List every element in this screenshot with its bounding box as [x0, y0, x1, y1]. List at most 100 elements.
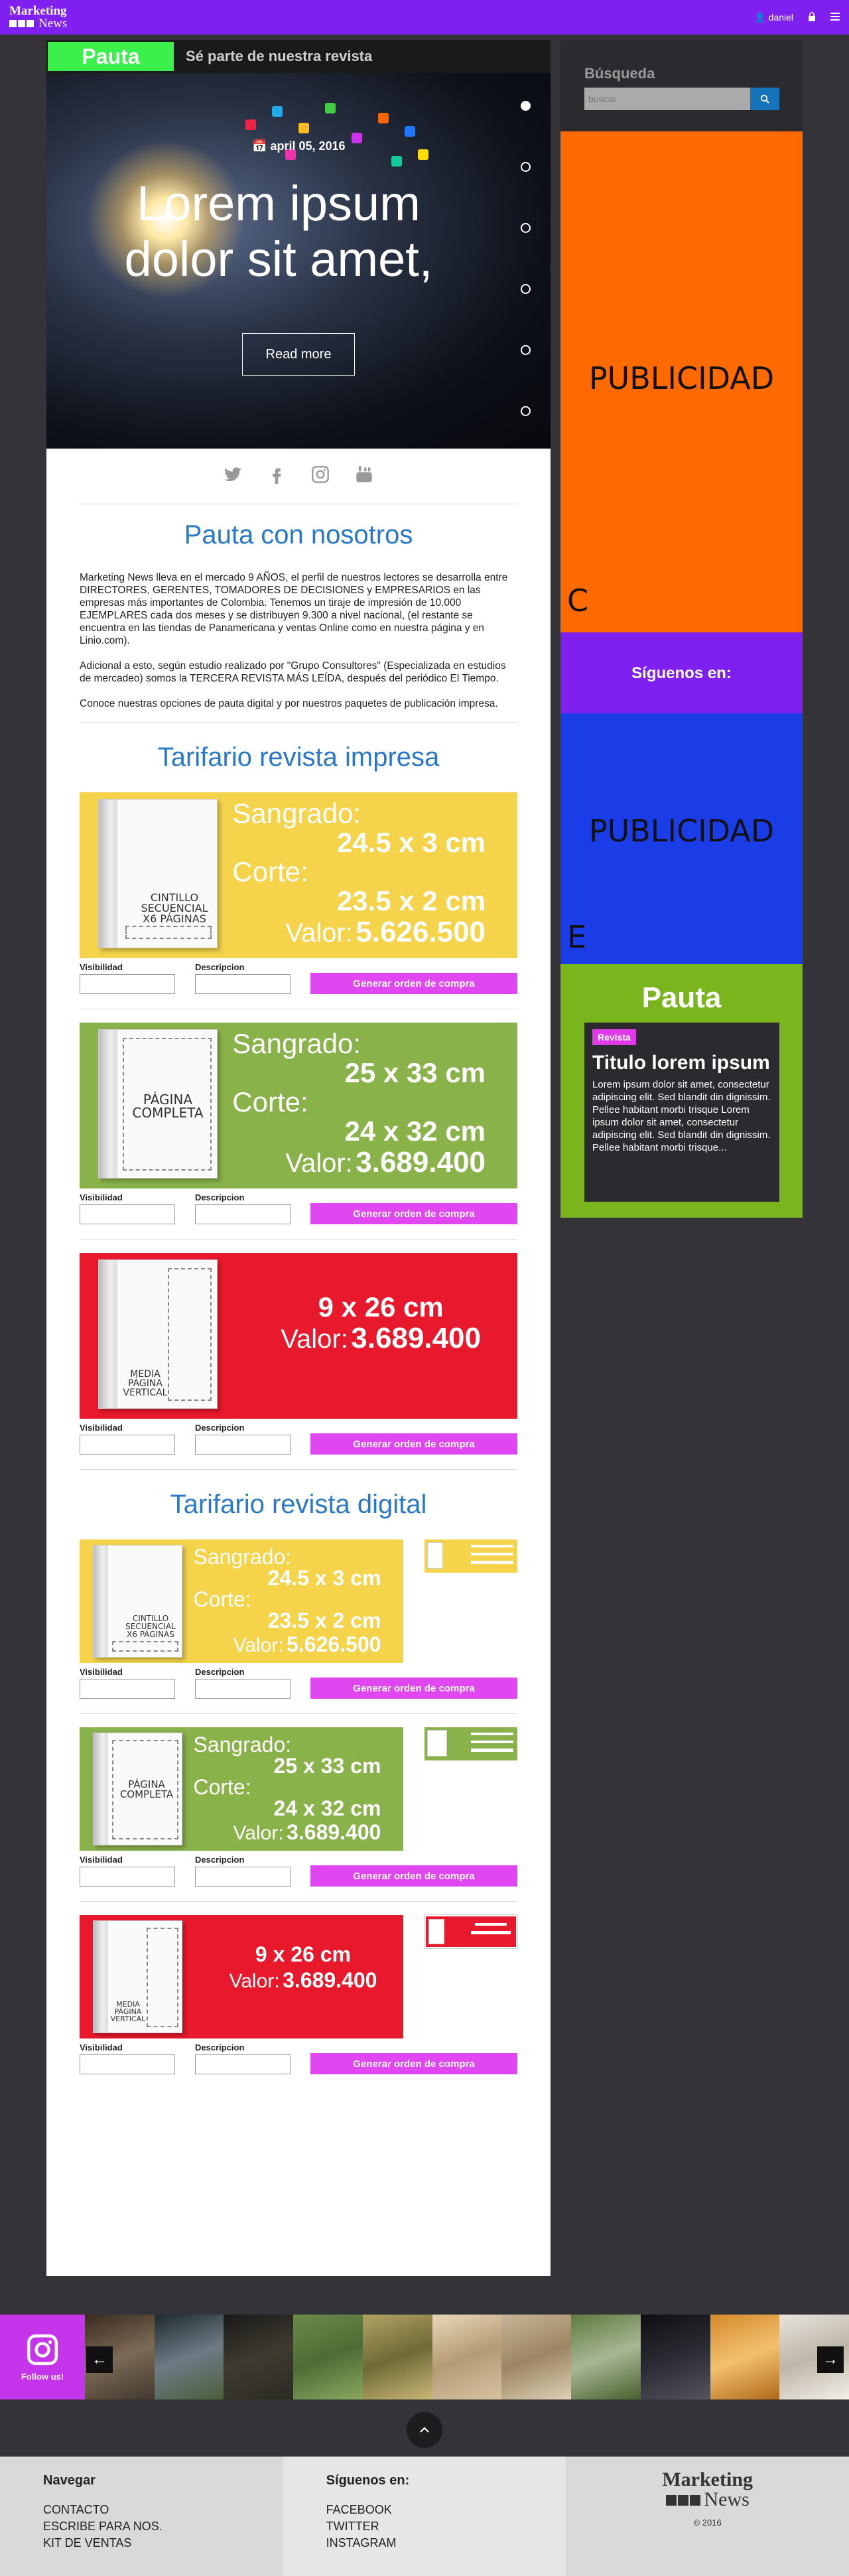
sidebar: Búsqueda PUBLICIDAD C Síguenos en: PUBLI… [560, 40, 803, 1218]
instagram-photo[interactable] [710, 2315, 780, 2399]
site-logo[interactable]: Marketing News [9, 5, 67, 30]
footer-link-escribe[interactable]: ESCRIBE PARA NOS. [43, 2518, 240, 2535]
generate-order-button[interactable]: Generar orden de compra [310, 2053, 517, 2074]
digital-banner-preview [424, 1539, 517, 1573]
slide-title: Lorem ipsum dolor sit amet, [124, 176, 433, 287]
pauta-subtitle: Sé parte de nuestra revista [186, 48, 373, 64]
visibilidad-input[interactable] [80, 974, 175, 994]
magazine-illustration: CINTILLO SECUENCIAL X6 PÁGINAS [98, 799, 218, 948]
copyright: © 2016 [693, 2518, 722, 2528]
descripcion-input[interactable] [195, 1435, 291, 1455]
digital-heading: Tarifario revista digital [170, 1490, 427, 1519]
main-content: Pauta Sé parte de nuestra revista 📅 apri… [46, 40, 551, 2276]
user-menu[interactable]: 👤 daniel [754, 12, 793, 23]
magazine-illustration: PÁGINA COMPLETA [93, 1733, 182, 1845]
instagram-photo[interactable] [640, 2315, 710, 2399]
article-text: Lorem ipsum dolor sit amet, consectetur … [592, 1079, 771, 1153]
instagram-photo[interactable] [293, 2315, 363, 2399]
instagram-photo[interactable] [501, 2315, 572, 2399]
slider-dot[interactable] [521, 345, 531, 355]
digital-banner-preview [424, 1914, 518, 1949]
pauta-tab[interactable]: Pauta [48, 42, 174, 71]
pricing-card-cintillo: CINTILLO SECUENCIAL X6 PÁGINAS Sangrado: 2… [80, 792, 517, 994]
search-input[interactable] [584, 88, 750, 110]
magazine-illustration: CINTILLO SECUENCIAL X6 PÁGINAS [93, 1545, 182, 1658]
ad-banner-1[interactable]: PUBLICIDAD C [560, 131, 803, 632]
pauta-heading: Pauta con nosotros [184, 520, 413, 549]
footer-link-kit[interactable]: KIT DE VENTAS [43, 2535, 240, 2551]
pricing-image: PÁGINA COMPLETA Sangrado: 25 x 33 cm Cort… [80, 1023, 517, 1188]
order-form: Visibilidad Descripcion Generar orden de… [80, 1192, 517, 1224]
footer-link-twitter[interactable]: TWITTER [326, 2518, 523, 2535]
generate-order-button[interactable]: Generar orden de compra [310, 1865, 517, 1887]
generate-order-button[interactable]: Generar orden de compra [310, 973, 517, 994]
magazine-illustration: MEDIA PÁGINA VERTICAL [98, 1259, 218, 1409]
generate-order-button[interactable]: Generar orden de compra [310, 1678, 517, 1699]
instagram-photo[interactable] [432, 2315, 502, 2399]
visibilidad-input[interactable] [80, 2054, 175, 2074]
ad-banner-2[interactable]: PUBLICIDAD E [560, 713, 803, 964]
twitter-icon[interactable] [224, 465, 242, 487]
pricing-image: CINTILLO SECUENCIAL X6 PÁGINAS Sangrado: 2… [80, 792, 517, 958]
pricing-card-pagina-completa: PÁGINA COMPLETA Sangrado: 25 x 33 cm Cort… [80, 1023, 517, 1224]
intro-paragraph-3: Conoce nuestras opciones de pauta digita… [80, 698, 498, 709]
pricing-image: MEDIA PÁGINA VERTICAL 9 x 26 cm Valor: 3.6… [80, 1915, 404, 2039]
calendar-icon: 📅 [252, 139, 267, 153]
footer-link-facebook[interactable]: FACEBOOK [326, 2502, 523, 2518]
descripcion-input[interactable] [195, 1679, 291, 1699]
instagram-photo[interactable] [571, 2315, 641, 2399]
user-icon: 👤 [754, 11, 766, 23]
impresa-heading: Tarifario revista impresa [157, 743, 440, 772]
footer-logo: Marketing [662, 2469, 753, 2490]
slider-header: Pauta Sé parte de nuestra revista [46, 40, 551, 73]
youtube-icon[interactable] [355, 465, 373, 487]
slide-date: 📅 april 05, 2016 [252, 139, 346, 153]
facebook-icon[interactable] [267, 465, 286, 487]
price-details: 9 x 26 cm Valor: 3.689.400 [229, 1942, 377, 1992]
generate-order-button[interactable]: Generar orden de compra [310, 1203, 517, 1224]
descripcion-input[interactable] [195, 1204, 291, 1224]
instagram-strip: Follow us! [0, 2315, 849, 2399]
slider-dot[interactable] [521, 223, 531, 233]
instagram-icon[interactable] [311, 465, 330, 487]
search-icon [760, 94, 769, 104]
intro-paragraph-2: Adicional a esto, según estudio realizad… [80, 660, 506, 684]
footer-link-instagram[interactable]: INSTAGRAM [326, 2535, 523, 2551]
strip-prev-arrow[interactable]: ← [86, 2346, 113, 2373]
generate-order-button[interactable]: Generar orden de compra [310, 1433, 517, 1455]
instagram-follow[interactable]: Follow us! [0, 2315, 85, 2399]
price-details: Sangrado: 25 x 33 cm Corte: 24 x 32 cm V… [193, 1733, 381, 1844]
visibilidad-input[interactable] [80, 1204, 175, 1224]
descripcion-input[interactable] [195, 974, 291, 994]
search-button[interactable] [750, 88, 779, 110]
article-card[interactable]: Revista Titulo lorem ipsum Lorem ipsum d… [584, 1023, 779, 1202]
slider-dot[interactable] [521, 284, 531, 294]
pricing-card-media-pagina: MEDIA PÁGINA VERTICAL 9 x 26 cm Valor: 3.6… [80, 1253, 517, 1455]
visibilidad-input[interactable] [80, 1867, 175, 1887]
digital-card-cintillo: CINTILLO SECUENCIAL X6 PÁGINAS Sangrado: 2… [80, 1539, 517, 1699]
slider-dot[interactable] [521, 406, 531, 416]
pricing-image: PÁGINA COMPLETA Sangrado: 25 x 33 cm Cort… [80, 1727, 404, 1851]
scroll-top-button[interactable] [407, 2412, 442, 2448]
instagram-icon [27, 2334, 58, 2365]
strip-next-arrow[interactable]: → [817, 2346, 844, 2373]
search-title: Búsqueda [584, 65, 655, 82]
top-navbar: Marketing News 👤 daniel [0, 0, 849, 35]
visibilidad-input[interactable] [80, 1435, 175, 1455]
magazine-illustration: MEDIA PÁGINA VERTICAL [93, 1920, 182, 2033]
footer-link-contacto[interactable]: CONTACTO [43, 2502, 240, 2518]
visibilidad-input[interactable] [80, 1679, 175, 1699]
slider-dot[interactable] [521, 101, 531, 111]
menu-icon[interactable] [830, 12, 840, 23]
slider-dot[interactable] [521, 162, 531, 172]
lock-icon[interactable] [808, 11, 816, 23]
instagram-photo[interactable] [224, 2315, 294, 2399]
descripcion-input[interactable] [195, 1867, 291, 1887]
pricing-image: CINTILLO SECUENCIAL X6 PÁGINAS Sangrado: 2… [80, 1539, 404, 1663]
read-more-button[interactable]: Read more [242, 333, 355, 376]
descripcion-input[interactable] [195, 2054, 291, 2074]
instagram-photo[interactable] [154, 2315, 224, 2399]
hero-slider: Pauta Sé parte de nuestra revista 📅 apri… [46, 40, 551, 449]
intro-paragraph-1: Marketing News lleva en el mercado 9 AÑO… [80, 572, 508, 646]
instagram-photo[interactable] [362, 2315, 432, 2399]
